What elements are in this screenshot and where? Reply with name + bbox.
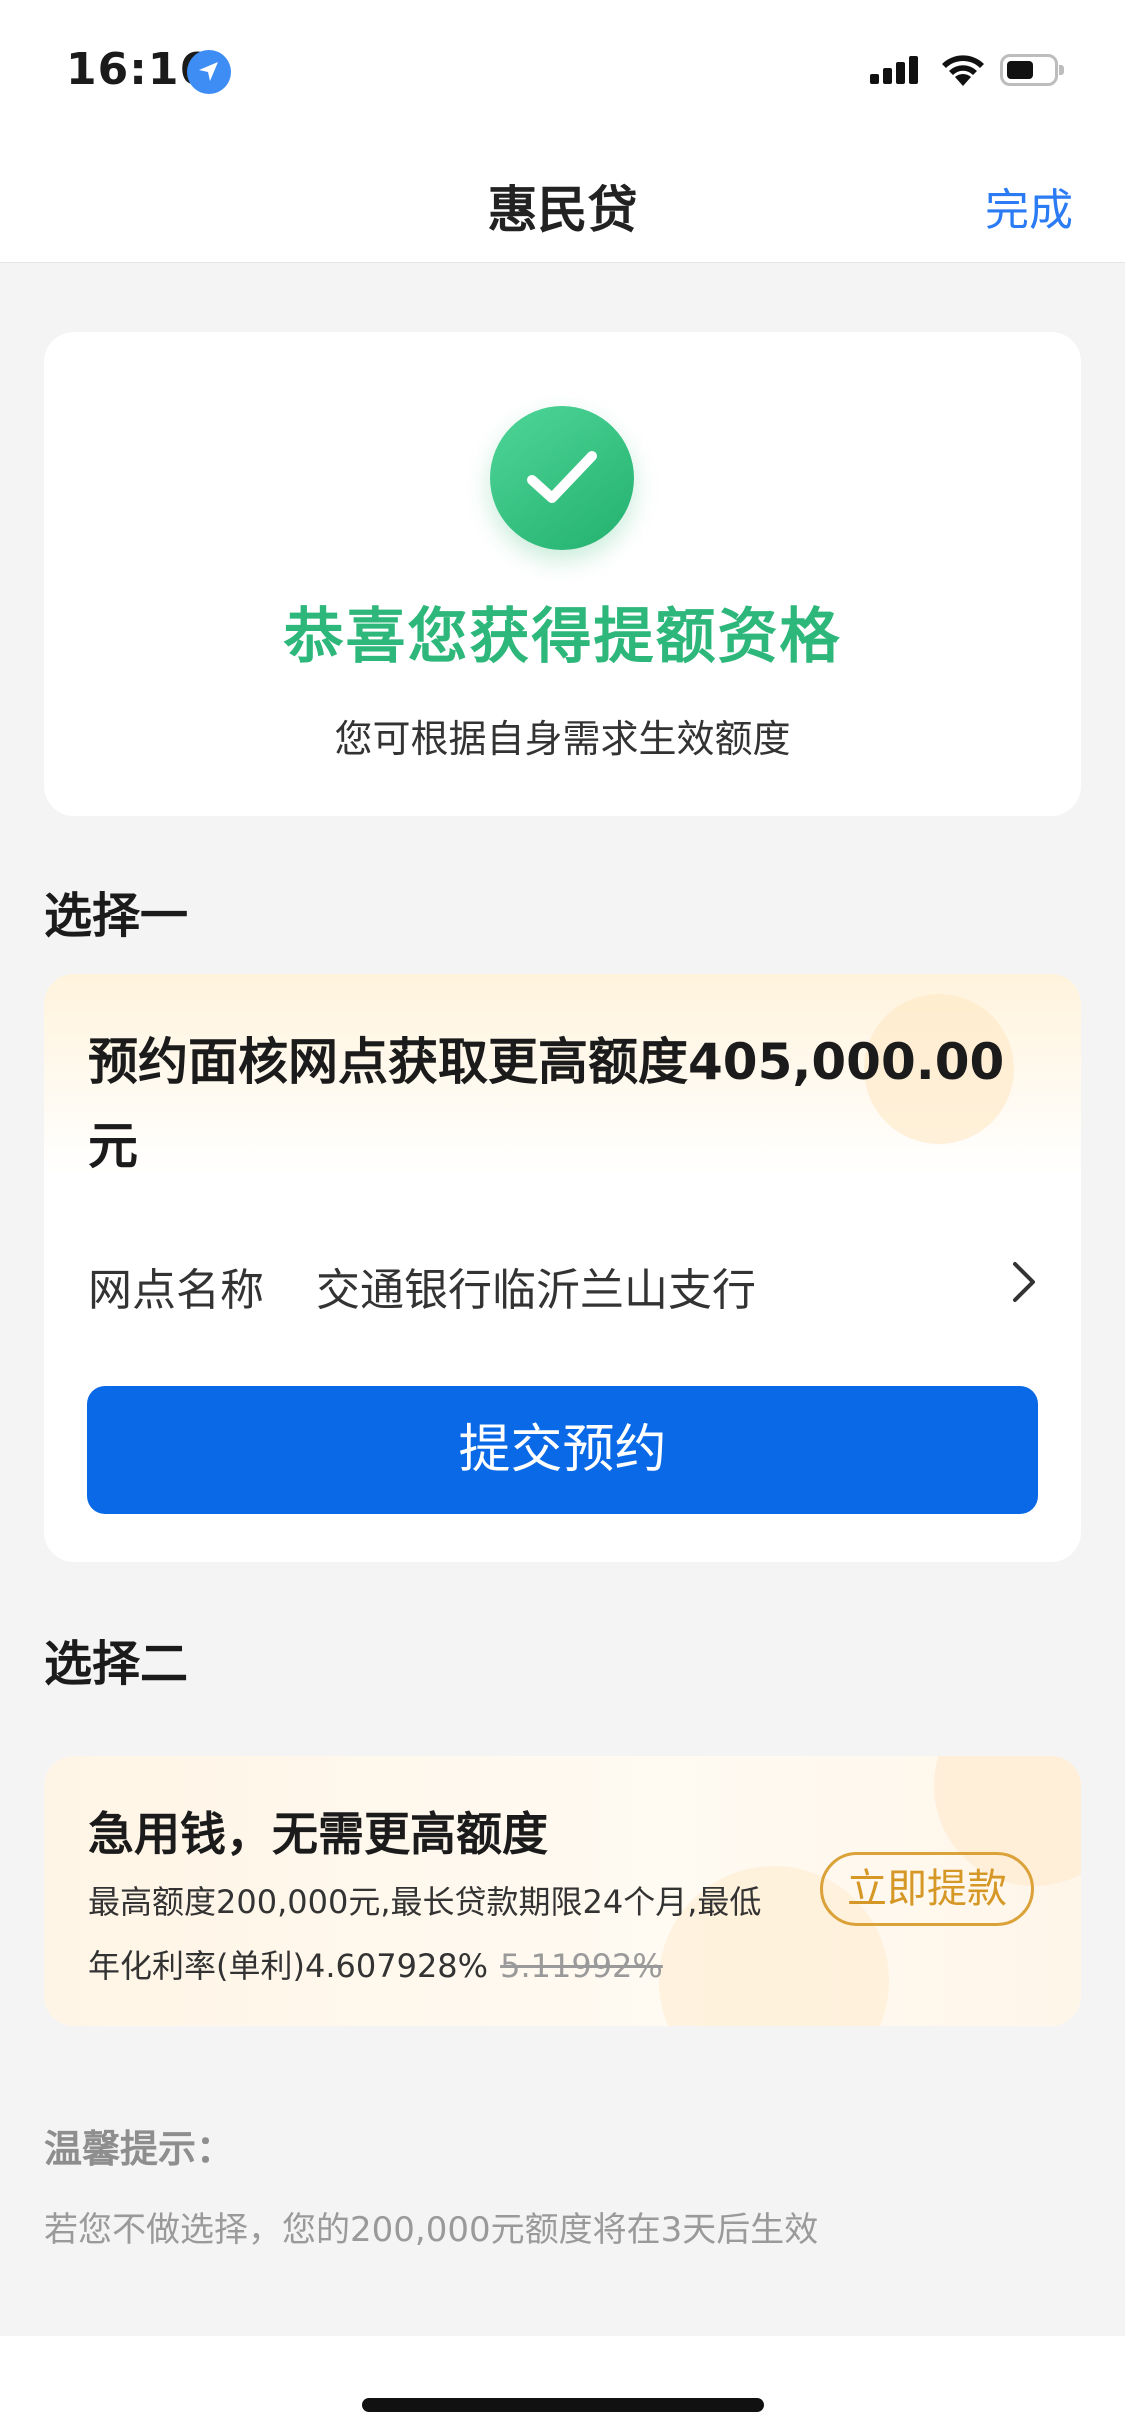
branch-label: 网点名称 — [88, 1265, 264, 1316]
chevron-right-icon — [1013, 1262, 1035, 1302]
old-rate: 5.11992% — [500, 1947, 663, 1985]
success-card: 恭喜您获得提额资格 您可根据自身需求生效额度 — [44, 332, 1081, 816]
signal-icon — [870, 56, 918, 84]
page-title: 惠民贷 — [487, 181, 638, 239]
checkmark-icon — [490, 406, 634, 550]
wifi-icon — [942, 55, 984, 86]
battery-icon — [1000, 54, 1064, 86]
section-title-option1: 选择一 — [44, 888, 189, 944]
withdraw-now-button[interactable]: 立即提款 — [820, 1852, 1034, 1926]
status-bar: 16:16 — [0, 0, 1125, 140]
option2-desc-line2: 年化利率(单利)4.607928% 5.11992% — [88, 1934, 808, 1998]
option2-description: 最高额度200,000元,最长贷款期限24个月,最低 年化利率(单利)4.607… — [88, 1870, 808, 1998]
branch-selector[interactable]: 网点名称 交通银行临沂兰山支行 — [88, 1244, 1038, 1324]
branch-name: 交通银行临沂兰山支行 — [316, 1265, 756, 1316]
submit-appointment-button[interactable]: 提交预约 — [87, 1386, 1038, 1514]
option2-desc-line1: 最高额度200,000元,最长贷款期限24个月,最低 — [88, 1883, 762, 1921]
option2-title: 急用钱，无需更高额度 — [88, 1807, 548, 1861]
option2-card: 急用钱，无需更高额度 最高额度200,000元,最长贷款期限24个月,最低 年化… — [44, 1756, 1081, 2026]
location-arrow-icon — [187, 50, 231, 94]
tip-text: 若您不做选择，您的200,000元额度将在3天后生效 — [44, 2210, 819, 2250]
current-rate: 年化利率(单利)4.607928% — [88, 1947, 489, 1985]
home-indicator[interactable] — [362, 2398, 764, 2412]
success-subtitle: 您可根据自身需求生效额度 — [334, 717, 791, 761]
section-title-option2: 选择二 — [44, 1636, 189, 1692]
home-indicator-area — [0, 2336, 1125, 2435]
nav-bar: 惠民贷 完成 — [0, 140, 1125, 263]
option1-title: 预约面核网点获取更高额度405,000.00元 — [88, 1033, 1005, 1175]
tip-title: 温馨提示： — [44, 2127, 235, 2171]
option1-card: 预约面核网点获取更高额度405,000.00元 网点名称 交通银行临沂兰山支行 … — [44, 974, 1081, 1562]
success-title: 恭喜您获得提额资格 — [283, 602, 842, 672]
done-button[interactable]: 完成 — [985, 174, 1073, 238]
